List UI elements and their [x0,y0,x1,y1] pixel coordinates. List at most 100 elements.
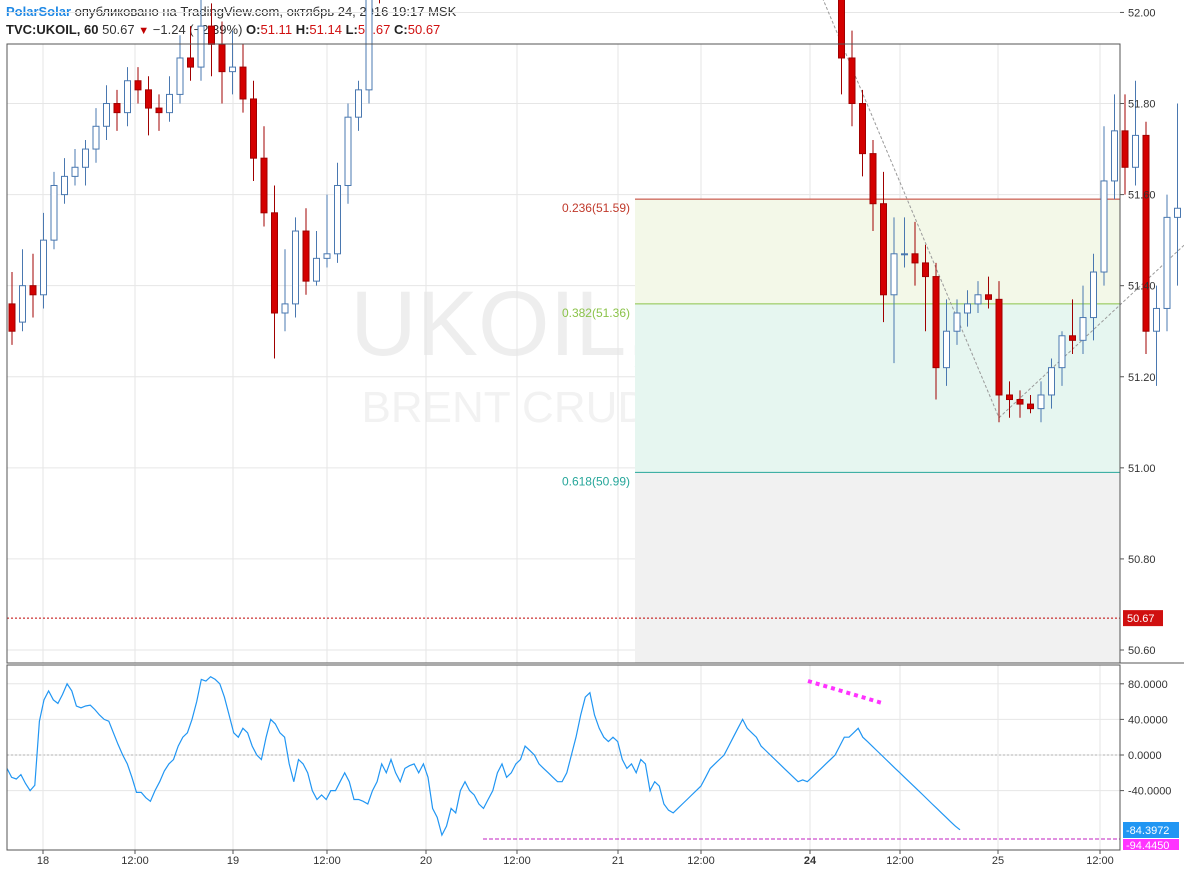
candle-down [239,44,247,113]
candle-body [239,66,247,100]
osc-level-badge-label: -94.4450 [1126,840,1169,852]
candle-down [250,80,257,181]
candle-up [176,35,184,104]
candle-body [19,285,26,323]
candle-body [82,148,89,168]
last-price-badge-label: 50.67 [1127,613,1155,625]
candle-down [302,208,310,295]
price-tick-label: 52.00 [1128,7,1156,19]
candle-body [838,0,845,59]
time-tick-label: 20 [420,855,432,867]
price-tick-label: 51.60 [1128,190,1156,202]
candle-body [911,253,919,264]
osc-tick-label: 40.0000 [1128,714,1168,726]
candle-body [155,107,163,114]
candle-body [71,166,79,177]
candle-body [848,57,856,105]
candle-up [166,76,173,122]
time-tick-label: 19 [227,855,239,867]
candle-body [124,80,131,114]
price-tick-label: 50.80 [1128,554,1156,566]
candle-body [334,184,341,255]
candle-up [1163,194,1171,332]
oscillator-pane [6,675,1120,840]
candle-down [379,0,380,4]
candle-body [50,184,58,241]
candle-up [1100,126,1108,286]
candle-body [869,153,877,205]
chart-canvas[interactable]: UKOIL, 60 BRENT CRUDE 0.236(51.59)0.382(… [0,0,1184,875]
candle-body [1090,271,1097,319]
time-tick-label: 12:00 [886,855,914,867]
candle-body [1174,207,1181,218]
candle-up [281,249,289,332]
watermark-name: BRENT CRUDE [361,383,678,432]
candle-up [1132,80,1139,186]
candle-up [1174,103,1181,286]
candle-down [208,3,215,77]
osc-value-badge-label: -84.3972 [1126,825,1169,837]
candle-body [880,203,887,296]
osc-tick-label: 0.0000 [1128,750,1162,762]
candle-body [8,303,16,332]
candle-body [995,298,1003,396]
candle-down [145,76,152,136]
candle-down [29,253,37,318]
candle-up [40,212,47,309]
candle-body [281,303,289,314]
osc-tick-label: 80.0000 [1128,679,1168,691]
candle-up [229,30,236,95]
fib-zone-0382 [635,303,1120,473]
price-axis[interactable]: 53.2053.0052.8052.6052.4052.2052.0051.80… [1120,0,1179,852]
candle-down [113,89,121,131]
fib-level-label: 0.382(51.36) [562,306,630,320]
candle-up [19,249,26,332]
candle-down [155,94,163,131]
candle-down [859,89,866,177]
candle-body [953,312,961,332]
candle-body [292,230,299,305]
candle-body [271,212,278,314]
candle-body [974,294,982,305]
price-tick-label: 50.60 [1128,645,1156,657]
candle-up [71,149,79,186]
candle-body [932,276,940,369]
candle-up [344,103,352,204]
time-tick-label: 25 [992,855,1004,867]
candle-body [344,116,352,186]
candle-down [260,126,268,227]
candle-down [134,67,142,104]
time-axis[interactable]: 18 12:00 19 12:00 20 12:00 21 12:00 24 12:00 25 12:… [37,850,1114,867]
candle-body [61,175,68,196]
candle-body [145,89,152,109]
osc-tick-label: -40.0000 [1128,786,1171,798]
candle-up [103,85,110,140]
time-tick-label: 12:00 [503,855,531,867]
time-tick-label: 18 [37,855,49,867]
candle-body [355,89,362,118]
candle-body [92,125,100,150]
candle-up [365,0,373,104]
candle-body [134,80,142,91]
price-tick-label: 51.20 [1128,372,1156,384]
candle-body [1100,180,1108,273]
fib-zone-0618 [635,472,1120,663]
candle-up [92,108,100,163]
candle-body [40,239,47,296]
candle-up [313,231,320,286]
candle-body [29,285,37,296]
candle-body [1016,399,1024,405]
candle-up [292,217,299,318]
candle-body [1037,394,1045,410]
candle-body [1058,335,1066,369]
candle-body [1163,216,1171,309]
candle-body [166,93,173,114]
candle-body [901,253,908,256]
candle-down [1142,121,1150,354]
candle-body [323,253,331,259]
candle-down [187,26,194,81]
fib-zone-0236 [635,199,1120,304]
candle-up [355,80,362,131]
candle-down [848,30,856,127]
candle-up [82,139,89,186]
